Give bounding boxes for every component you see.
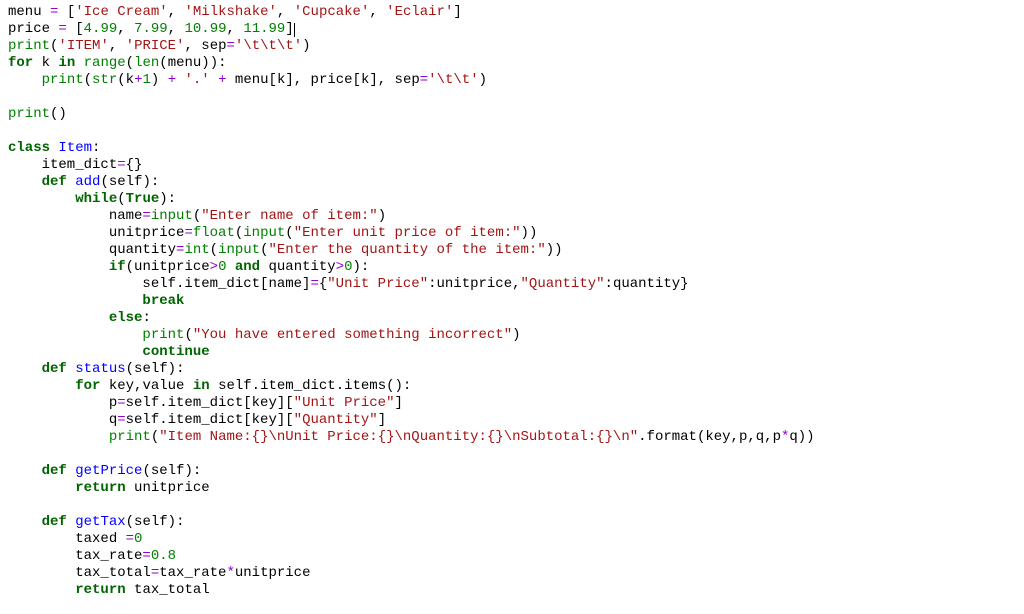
str-err: You have entered something incorrect [201,327,503,343]
str-status-fmt: Item Name:{}\nUnit Price:{}\nQuantity:{}… [168,429,630,445]
price-3: 11.99 [243,21,285,37]
code-editor[interactable]: menu = ['Ice Cream', 'Milkshake', 'Cupca… [0,0,1024,603]
str-enter-name: Enter name of item: [210,208,370,224]
method-gettax: getTax [75,514,125,530]
price-1: 7.99 [134,21,168,37]
menu-item-1: Milkshake [193,4,269,20]
loop-sep: \t\t [437,72,471,88]
method-getprice: getPrice [75,463,142,479]
menu-item-3: Eclair [395,4,445,20]
price-0: 4.99 [84,21,118,37]
method-status: status [75,361,125,377]
price-2: 10.99 [184,21,226,37]
menu-item-2: Cupcake [302,4,361,20]
str-enter-quantity: Enter the quantity of the item: [277,242,537,258]
class-name: Item [58,140,92,156]
menu-item-0: Ice Cream [84,4,160,20]
method-add: add [75,174,100,190]
hdr-item: ITEM [67,38,101,54]
text-cursor [294,23,295,37]
key-unit-price: Unit Price [336,276,420,292]
tax-rate: 0.8 [151,548,176,564]
key-unit-price-2: Unit Price [302,395,386,411]
key-quantity: Quantity [529,276,596,292]
taxed-init: 0 [134,531,142,547]
key-quantity-2: Quantity [302,412,369,428]
hdr-sep: \t\t\t [243,38,293,54]
hdr-price: PRICE [134,38,176,54]
str-enter-unitprice: Enter unit price of item: [302,225,512,241]
